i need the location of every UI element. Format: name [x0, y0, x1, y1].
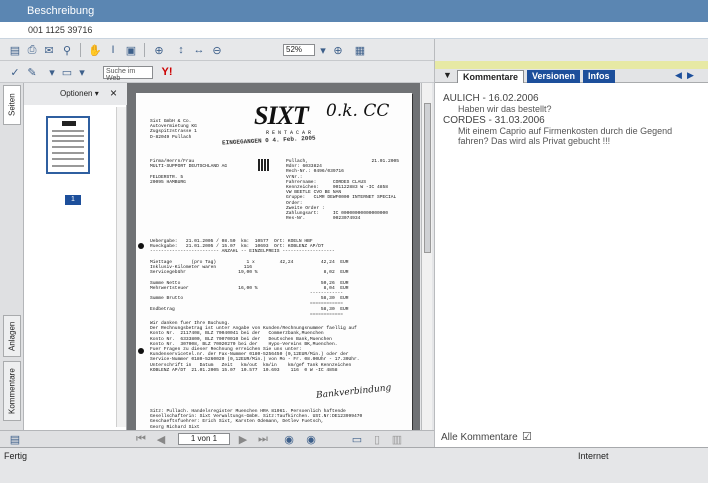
zoom-in-icon[interactable]: ⊕: [152, 43, 166, 57]
invoice-info: Pullach, 21.01.2005 Rdnr: 6033824 Rech-N…: [286, 159, 400, 222]
punch-hole: [138, 243, 144, 249]
page-thumbnail[interactable]: [46, 116, 90, 174]
single-page-icon[interactable]: ▭: [350, 432, 364, 446]
viewer-toolbar-1: ▤ ⎙ ✉ ⚲ ✋ I ▣ ⊕ ↕ ↔ ⊖ 52% ▾ ⊕ ▦: [0, 39, 434, 61]
navigation-bar: ▤ ⏮ ◀ 1 von 1 ▶ ⏭ ◉ ◉ ▭ ▯ ▥: [0, 430, 434, 447]
back-icon[interactable]: ◉: [282, 432, 296, 446]
invoice-line-items: Uebergabe: 21.01.2005 / 08.50 km: 10577 …: [150, 239, 349, 317]
snapshot-icon[interactable]: ▣: [124, 43, 138, 57]
all-comments-checkbox[interactable]: ☑: [522, 430, 532, 443]
thumbnail-panel: Optionen ▾ × 1: [24, 83, 127, 430]
prev-page-icon[interactable]: ◀: [154, 432, 168, 446]
page-layout-icon[interactable]: ▤: [8, 432, 22, 446]
document-number: 001 1125 39716: [0, 22, 708, 39]
thumbnail-header: Optionen ▾ ×: [24, 83, 127, 105]
yahoo-icon[interactable]: Y!: [160, 65, 174, 79]
close-icon[interactable]: ×: [110, 86, 117, 100]
recipient-address: Firma/Herrn/Frau MULTI-SUPPORT DEUTSCHLA…: [150, 159, 228, 185]
tab-kommentare[interactable]: Kommentare: [3, 361, 21, 421]
zoom-dropdown-icon[interactable]: ▾: [316, 43, 330, 57]
tab-seiten[interactable]: Seiten: [3, 85, 21, 125]
select-text-icon[interactable]: I: [106, 43, 120, 57]
tab-prev-icon[interactable]: ◀: [675, 70, 682, 81]
dropdown-icon-2[interactable]: ▾: [75, 65, 89, 79]
first-page-icon[interactable]: ⏮: [134, 432, 148, 446]
tab-anlagen[interactable]: Anlagen: [3, 315, 21, 357]
save-icon[interactable]: ▤: [8, 43, 22, 57]
page-input[interactable]: 1 von 1: [178, 433, 230, 445]
comment-header: CORDES - 31.03.2006: [443, 115, 545, 126]
hand-tool-icon[interactable]: ✋: [88, 43, 102, 57]
fit-page-icon[interactable]: ↕: [174, 43, 188, 57]
forward-icon[interactable]: ◉: [304, 432, 318, 446]
invoice-page: Sixt GmbH & Co. Autovermietung KG Zugspi…: [136, 93, 412, 430]
next-page-icon[interactable]: ▶: [236, 432, 250, 446]
header-bar: Beschreibung: [0, 0, 708, 22]
zoom-in-plus-icon[interactable]: ⊕: [331, 43, 345, 57]
email-icon[interactable]: ✉: [42, 43, 56, 57]
all-comments-label: Alle Kommentare: [441, 432, 518, 443]
sender-address: Sixt GmbH & Co. Autovermietung KG Zugspi…: [150, 119, 197, 140]
comment-text: Haben wir das bestellt?: [458, 104, 552, 114]
side-tabs: Seiten Anlagen Kommentare: [0, 83, 24, 430]
handwritten-signature: Bankverbindung: [315, 383, 392, 401]
document-view[interactable]: Sixt GmbH & Co. Autovermietung KG Zugspi…: [127, 83, 420, 430]
fit-width-icon[interactable]: ↔: [192, 43, 206, 57]
tab-versionen[interactable]: Versionen: [527, 70, 581, 83]
last-page-icon[interactable]: ⏭: [256, 432, 270, 446]
collapse-icon[interactable]: ▼: [443, 70, 452, 80]
comment-text: Mit einem Caprio auf Firmenkosten durch …: [458, 126, 673, 146]
handwritten-note: 0.k. CC: [326, 101, 390, 121]
sidebar-tabs: ▼ Kommentare Versionen Infos ◀ ▶: [435, 69, 708, 83]
sixt-logo: SIXT: [254, 101, 309, 130]
viewer-toolbar-2: ✓ ✎ ▾ ▭ ▾ Suche im Web Y!: [0, 61, 434, 83]
comments-sidebar: ▼ Kommentare Versionen Infos ◀ ▶ AULICH …: [434, 39, 708, 483]
continuous-icon[interactable]: ▯: [370, 432, 384, 446]
status-bar: Fertig Internet: [0, 447, 708, 483]
zoom-out-icon[interactable]: ⊖: [210, 43, 224, 57]
comment-header: AULICH - 16.02.2006: [443, 93, 539, 104]
document-scrollbar[interactable]: [421, 83, 432, 430]
zone-label: Internet: [578, 451, 609, 461]
find-icon[interactable]: ⚲: [60, 43, 74, 57]
header-title: Beschreibung: [27, 5, 95, 17]
tab-kommentare[interactable]: Kommentare: [457, 70, 525, 83]
print-icon[interactable]: ⎙: [25, 43, 39, 57]
dropdown-icon[interactable]: ▾: [45, 65, 59, 79]
thumbnail-scrollbar[interactable]: [116, 107, 126, 427]
facing-icon[interactable]: ▥: [390, 432, 404, 446]
invoice-footer: Wir danken fuer Ihre Buchung. Der Rechnu…: [150, 321, 360, 373]
punch-hole-2: [138, 348, 144, 354]
spellcheck-icon[interactable]: ✓: [8, 65, 22, 79]
options-menu[interactable]: Optionen ▾: [60, 89, 99, 98]
sign-icon[interactable]: ✎: [25, 65, 39, 79]
received-stamp: EINGEGANGEN 0 4. Feb. 2005: [221, 134, 316, 147]
all-comments-row: Alle Kommentare ☑: [435, 429, 708, 447]
page-icon[interactable]: ▭: [60, 65, 74, 79]
tab-next-icon[interactable]: ▶: [687, 70, 694, 81]
page-number-badge: 1: [65, 195, 81, 205]
legal-text: Sitz: Pullach. Handelsregister Muenchen …: [150, 409, 363, 430]
zoom-input[interactable]: 52%: [283, 44, 315, 56]
tab-infos[interactable]: Infos: [583, 70, 615, 83]
barcode-icon: [258, 159, 270, 171]
status-text: Fertig: [4, 451, 28, 461]
tools-icon[interactable]: ▦: [353, 43, 367, 57]
web-search-input[interactable]: Suche im Web: [103, 66, 153, 82]
